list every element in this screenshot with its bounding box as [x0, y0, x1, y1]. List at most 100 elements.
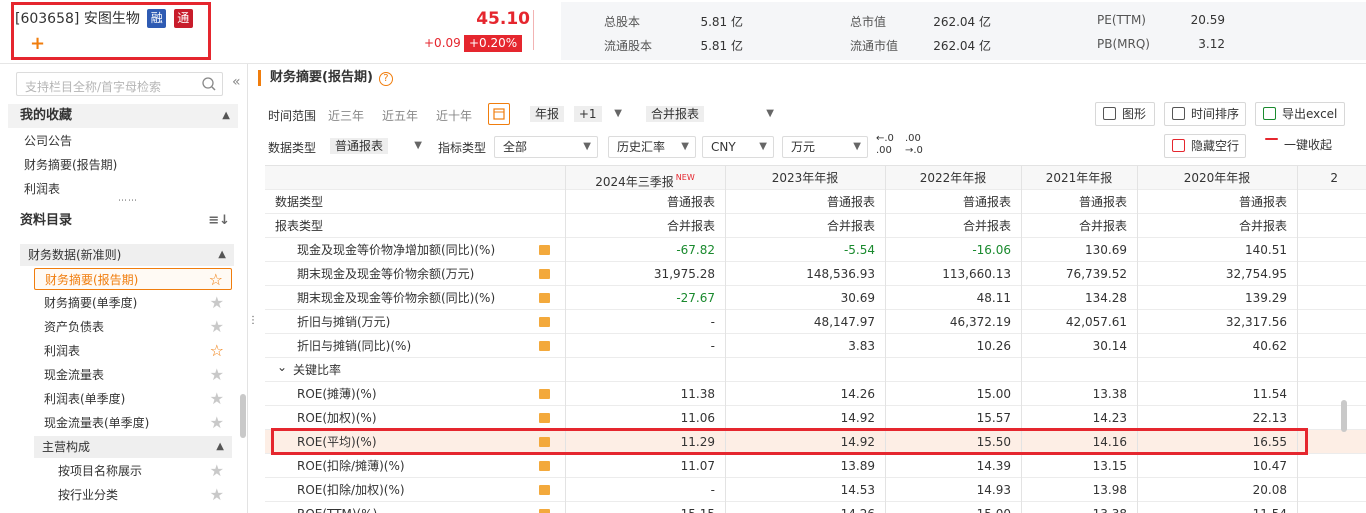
calendar-icon[interactable] — [488, 103, 510, 125]
star-icon[interactable]: ☆ — [209, 269, 223, 291]
group-row[interactable]: ⌄ 关键比率 — [265, 358, 1366, 382]
fav-item[interactable]: 财务摘要(报告期) — [24, 156, 117, 173]
time-opt-3y[interactable]: 近三年 — [328, 107, 364, 124]
table-scrollbar[interactable] — [1341, 400, 1347, 432]
col-header[interactable]: 2020年年报 — [1137, 166, 1297, 190]
table-cell: 普通报表 — [1238, 195, 1287, 209]
row-label: 关键比率 — [293, 363, 342, 377]
table-row[interactable]: 数据类型 普通报表 普通报表 普通报表 普通报表 普通报表 — [265, 190, 1366, 214]
star-icon[interactable]: ★ — [210, 484, 224, 506]
table-cell: 11.06 — [680, 411, 715, 425]
catalog-item-label: 现金流量表(单季度) — [44, 416, 150, 430]
catalog-item-label: 现金流量表 — [44, 368, 105, 382]
catalog-item[interactable]: 财务摘要(单季度) ★ — [34, 292, 232, 314]
currency-select[interactable]: CNY ▼ — [702, 136, 774, 158]
chart-button[interactable]: 图形 — [1095, 102, 1155, 126]
rate-select[interactable]: 历史汇率 ▼ — [608, 136, 696, 158]
table-cell: 普通报表 — [962, 195, 1011, 209]
group-financial-data[interactable]: 财务数据(新准则) ▲ — [20, 244, 234, 266]
col-header[interactable]: 2022年年报 — [885, 166, 1021, 190]
catalog-item[interactable]: 资产负债表 ★ — [34, 316, 232, 338]
time-sort-button[interactable]: 时间排序 — [1164, 102, 1246, 126]
decrease-decimal-button[interactable]: ←.0 .00 — [876, 133, 900, 157]
catalog-item-active[interactable]: 财务摘要(报告期) ☆ — [34, 268, 232, 290]
increase-decimal-button[interactable]: .00 →.0 — [905, 133, 929, 157]
table-row[interactable]: 现金及现金等价物净增加额(同比)(%) -67.82 -5.54 -16.06 130.… — [265, 238, 1366, 262]
fav-item[interactable]: 利润表 — [24, 180, 60, 197]
table-cell: 10.26 — [976, 339, 1011, 353]
table-row[interactable]: ROE(TTM)(%) 15.1514.2615.0013.3811.54 — [265, 502, 1366, 513]
group-main-business[interactable]: 主营构成 ▲ — [34, 436, 232, 458]
export-excel-button[interactable]: 导出excel — [1255, 102, 1345, 126]
star-icon[interactable]: ★ — [210, 292, 224, 314]
hide-empty-rows-button[interactable]: 隐藏空行 — [1164, 134, 1246, 158]
sort-list-icon[interactable]: ≡↓ — [208, 209, 230, 233]
chevron-up-icon[interactable]: ▲ — [216, 436, 224, 458]
bar-chart-icon[interactable] — [539, 245, 550, 255]
bar-chart-icon[interactable] — [539, 293, 550, 303]
search-icon[interactable] — [202, 77, 216, 91]
quote-label: 流通股本 — [604, 39, 653, 53]
table-row[interactable]: ROE(加权)(%) 11.06 14.92 15.57 14.23 22.13 — [265, 406, 1366, 430]
add-favorite-icon[interactable]: + — [30, 33, 45, 54]
catalog-item[interactable]: 按行业分类 ★ — [48, 484, 232, 506]
report-select[interactable]: 合并报表 ▼ — [638, 104, 780, 126]
col-header[interactable]: 2021年年报 — [1021, 166, 1137, 190]
catalog-item[interactable]: 按项目名称展示 ★ — [48, 460, 232, 482]
catalog-item[interactable]: 现金流量表(单季度) ★ — [34, 412, 232, 434]
catalog-item[interactable]: 利润表 ☆ — [34, 340, 232, 362]
table-row[interactable]: 折旧与摊销(万元) - 48,147.97 46,372.19 42,057.61 32,… — [265, 310, 1366, 334]
star-icon[interactable]: ★ — [210, 460, 224, 482]
table-cell: 15.15 — [565, 502, 725, 513]
star-icon[interactable]: ★ — [210, 412, 224, 434]
chevron-up-icon[interactable]: ▲ — [222, 104, 230, 128]
table-cell: -16.06 — [972, 243, 1011, 257]
bar-chart-icon[interactable] — [539, 461, 550, 471]
table-row[interactable]: ROE(扣除/摊薄)(%) 11.07 13.89 14.39 13.15 10.47 — [265, 454, 1366, 478]
time-opt-5y[interactable]: 近五年 — [382, 107, 418, 124]
col-header[interactable]: 2 — [1297, 166, 1366, 190]
chevron-down-icon: ▼ — [766, 108, 774, 119]
favorites-header[interactable]: 我的收藏 ▲ — [8, 104, 238, 128]
star-icon[interactable]: ★ — [210, 316, 224, 338]
data-type-select[interactable]: 普通报表 ▼ — [322, 136, 428, 158]
star-icon[interactable]: ☆ — [210, 340, 224, 362]
bar-chart-icon[interactable] — [539, 509, 550, 513]
chevron-down-icon[interactable]: ⌄ — [277, 355, 287, 379]
fav-item[interactable]: 公司公告 — [24, 132, 72, 149]
period-select[interactable]: 年报 +1 ▼ — [522, 104, 628, 126]
table-row[interactable]: 报表类型 合并报表 合并报表 合并报表 合并报表 合并报表 — [265, 214, 1366, 238]
collapse-all-button[interactable]: 一键收起 — [1258, 134, 1346, 158]
table-row[interactable]: ROE(扣除/加权)(%) - 14.53 14.93 13.98 20.08 — [265, 478, 1366, 502]
indicator-select[interactable]: 全部 ▼ — [494, 136, 598, 158]
bar-chart-icon[interactable] — [539, 389, 550, 399]
table-cell: 13.98 — [1092, 483, 1127, 497]
search-input[interactable]: 支持栏目全称/首字母检索 — [16, 72, 223, 96]
unit-select[interactable]: 万元 ▼ — [782, 136, 868, 158]
table-row[interactable]: 折旧与摊销(同比)(%) - 3.83 10.26 30.14 40.62 — [265, 334, 1366, 358]
bar-chart-icon[interactable] — [539, 485, 550, 495]
col-divider — [725, 166, 726, 513]
bar-chart-icon[interactable] — [539, 341, 550, 351]
resize-handle[interactable]: ⋯⋯ — [118, 196, 138, 206]
help-icon[interactable]: ? — [378, 72, 393, 86]
bar-chart-icon[interactable] — [539, 413, 550, 423]
col-header[interactable]: 2023年年报 — [725, 166, 885, 190]
table-row[interactable]: 期末现金及现金等价物余额(同比)(%) -27.67 30.69 48.11 134.2… — [265, 286, 1366, 310]
col-header[interactable]: 2024年三季报 NEW — [565, 166, 725, 190]
sidebar-scrollbar[interactable] — [240, 394, 246, 438]
bar-chart-icon[interactable] — [539, 269, 550, 279]
star-icon[interactable]: ★ — [210, 388, 224, 410]
catalog-item[interactable]: 现金流量表 ★ — [34, 364, 232, 386]
collapse-sidebar-icon[interactable]: « — [232, 74, 241, 90]
star-icon[interactable]: ★ — [210, 364, 224, 386]
chevron-up-icon[interactable]: ▲ — [218, 244, 226, 266]
bar-chart-icon[interactable] — [539, 317, 550, 327]
catalog-item-label: 财务摘要(单季度) — [44, 296, 138, 310]
row-label: ROE(加权)(%) — [297, 411, 377, 425]
time-opt-10y[interactable]: 近十年 — [436, 107, 472, 124]
catalog-item[interactable]: 利润表(单季度) ★ — [34, 388, 232, 410]
table-row[interactable]: 期末现金及现金等价物余额(万元) 31,975.28 148,536.93 113,6… — [265, 262, 1366, 286]
data-type-label: 数据类型 — [268, 141, 317, 155]
table-row[interactable]: ROE(摊薄)(%) 11.38 14.26 15.00 13.38 11.54 — [265, 382, 1366, 406]
